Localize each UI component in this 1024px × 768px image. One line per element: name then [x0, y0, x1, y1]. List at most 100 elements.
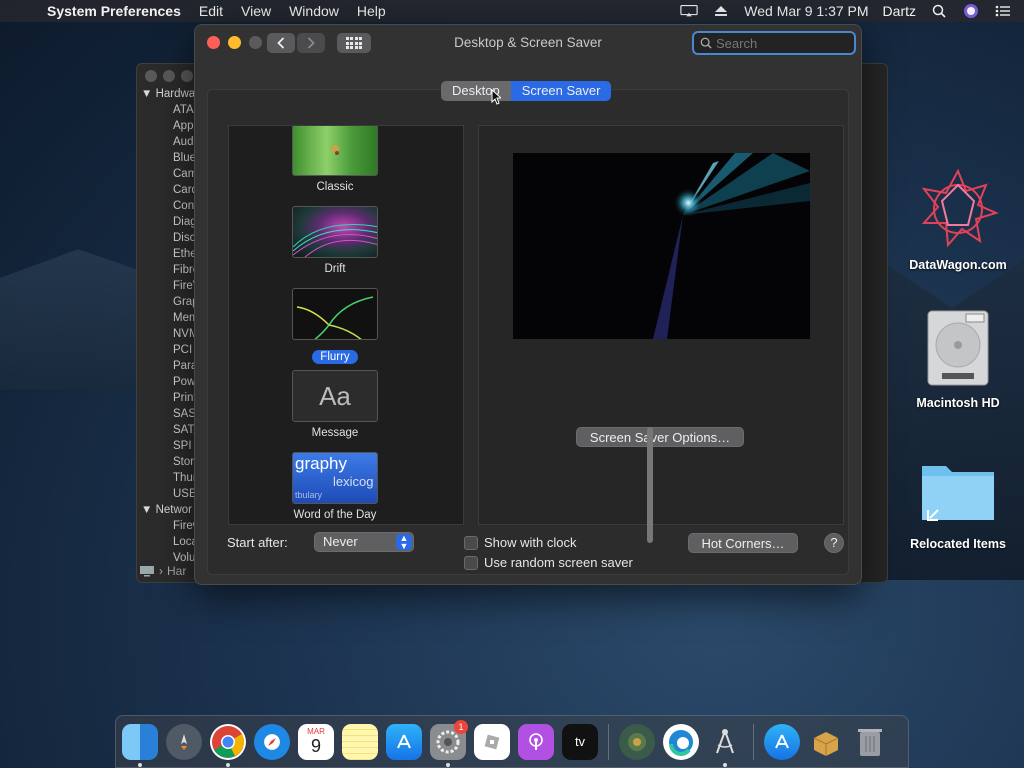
tree-item[interactable]: Audi	[139, 134, 199, 150]
dock-separator	[608, 723, 609, 760]
tree-item[interactable]: Stor	[139, 454, 199, 470]
tree-item[interactable]: App	[139, 118, 199, 134]
system-preferences-icon[interactable]: 1	[430, 719, 468, 767]
word-thumb-text: graphy	[295, 454, 347, 473]
tree-section-network[interactable]: ▼ Networ	[139, 502, 199, 518]
search-field[interactable]: Search	[692, 31, 856, 55]
applications-folder-icon[interactable]	[764, 723, 800, 760]
safari-icon[interactable]	[254, 723, 290, 760]
desktop-screen-saver-window: Desktop & Screen Saver Search Classic Dr…	[194, 24, 862, 585]
tree-item[interactable]: FireV	[139, 278, 199, 294]
menu-app-name[interactable]: System Preferences	[38, 3, 190, 19]
tab-screen-saver[interactable]: Screen Saver	[510, 81, 612, 101]
show-with-clock-label[interactable]: Show with clock	[484, 535, 576, 550]
calendar-month: MAR	[307, 727, 325, 736]
chrome-icon[interactable]	[210, 723, 246, 767]
tree-item[interactable]: Fibre	[139, 262, 199, 278]
tree-item[interactable]: Pow	[139, 374, 199, 390]
tree-item[interactable]: Thun	[139, 470, 199, 486]
menu-user[interactable]: Dartz	[883, 3, 916, 19]
downloads-stack-icon[interactable]	[808, 724, 844, 760]
tree-item[interactable]: Mem	[139, 310, 199, 326]
tree-item[interactable]: Card	[139, 182, 199, 198]
screen-saver-options-button[interactable]: Screen Saver Options…	[576, 427, 744, 447]
airplay-display-icon[interactable]	[680, 4, 698, 18]
tree-item[interactable]: USB	[139, 486, 199, 502]
menu-window[interactable]: Window	[280, 3, 348, 19]
tree-item[interactable]: NVM	[139, 326, 199, 342]
tree-item[interactable]: SAS	[139, 406, 199, 422]
edge-icon[interactable]	[663, 723, 699, 760]
hot-corners-button[interactable]: Hot Corners…	[688, 533, 798, 553]
tree-item[interactable]: Cont	[139, 198, 199, 214]
saver-item-flurry[interactable]: Flurry	[292, 288, 378, 365]
saver-label-selected: Flurry	[312, 350, 358, 364]
tree-item[interactable]: Ethe	[139, 246, 199, 262]
bg-window-edge	[861, 64, 887, 582]
classic-thumbnail	[292, 126, 378, 176]
start-after-popup[interactable]: Never ▲ ▼	[314, 532, 414, 552]
word-thumb-text2: lexicog	[333, 474, 374, 489]
notes-icon[interactable]	[342, 723, 378, 760]
desktop-icon-label: Relocated Items	[910, 537, 1006, 551]
tree-item[interactable]: Grap	[139, 294, 199, 310]
help-button[interactable]: ?	[824, 533, 844, 553]
bg-zoom-button[interactable]	[181, 70, 193, 82]
compass-tool-icon[interactable]	[707, 724, 743, 767]
tree-item[interactable]: SPI	[139, 438, 199, 454]
spotlight-search-icon[interactable]	[930, 4, 948, 18]
saver-item-drift[interactable]: Drift	[292, 206, 378, 275]
trash-icon[interactable]	[852, 724, 888, 760]
random-screen-saver-checkbox[interactable]	[464, 556, 478, 570]
roblox-icon[interactable]	[474, 723, 510, 760]
tree-item[interactable]: Blue	[139, 150, 199, 166]
tree-item[interactable]: ATA	[139, 102, 199, 118]
tree-item[interactable]: Firew	[139, 518, 199, 534]
chevron-updown-icon: ▲ ▼	[396, 534, 412, 551]
saver-item-message[interactable]: Aa Message	[292, 370, 378, 439]
path-item[interactable]: Har	[167, 564, 186, 578]
tree-item[interactable]: Cam	[139, 166, 199, 182]
desktop-icon-macintosh-hd[interactable]: Macintosh HD	[903, 305, 1013, 410]
start-after-value: Never	[323, 534, 358, 549]
show-with-clock-checkbox[interactable]	[464, 536, 478, 550]
tree-item[interactable]: PCI	[139, 342, 199, 358]
datawagon-logo-icon	[921, 168, 999, 248]
saver-label: Classic	[316, 181, 354, 193]
tree-item[interactable]: Disc	[139, 230, 199, 246]
bg-minimize-button[interactable]	[163, 70, 175, 82]
finder-icon[interactable]	[122, 723, 158, 767]
message-thumbnail: Aa	[292, 370, 378, 422]
calendar-icon[interactable]: MAR 9	[298, 723, 334, 760]
app-store-icon[interactable]	[386, 723, 422, 760]
screen-saver-list[interactable]: Classic Drift Flurry Aa Message graphy l…	[228, 125, 464, 525]
tree-section-hardware[interactable]: ▼ Hardwa	[139, 86, 199, 102]
tree-item[interactable]: Para	[139, 358, 199, 374]
window-titlebar: Desktop & Screen Saver Search	[195, 25, 861, 63]
dock-separator	[753, 723, 754, 760]
tree-item[interactable]: Print	[139, 390, 199, 406]
running-indicator	[723, 762, 727, 767]
siri-icon[interactable]	[962, 4, 980, 18]
notification-center-icon[interactable]	[994, 4, 1012, 18]
podcasts-icon[interactable]	[518, 723, 554, 760]
menu-view[interactable]: View	[232, 3, 280, 19]
menu-help[interactable]: Help	[348, 3, 395, 19]
menu-edit[interactable]: Edit	[190, 3, 232, 19]
desktop-icon-datawagon[interactable]: DataWagon.com	[903, 165, 1013, 272]
eject-icon[interactable]	[712, 4, 730, 18]
saver-item-classic[interactable]: Classic	[292, 126, 378, 193]
tree-item[interactable]: Loca	[139, 534, 199, 550]
tree-item[interactable]: SATA	[139, 422, 199, 438]
menu-clock[interactable]: Wed Mar 9 1:37 PM	[744, 3, 868, 19]
tree-item[interactable]: Diag	[139, 214, 199, 230]
list-scrollbar[interactable]	[647, 427, 653, 543]
saver-item-word-of-the-day[interactable]: graphy lexicog tbulary Word of the Day	[292, 452, 378, 521]
launchpad-icon[interactable]	[166, 723, 202, 760]
desktop-icon-relocated-items[interactable]: Relocated Items	[903, 452, 1013, 551]
random-screen-saver-label[interactable]: Use random screen saver	[484, 555, 633, 570]
drift-thumbnail	[292, 206, 378, 258]
screen-saver-app-icon[interactable]	[619, 723, 655, 760]
apple-tv-icon[interactable]: tv	[562, 723, 598, 760]
bg-close-button[interactable]	[145, 70, 157, 82]
